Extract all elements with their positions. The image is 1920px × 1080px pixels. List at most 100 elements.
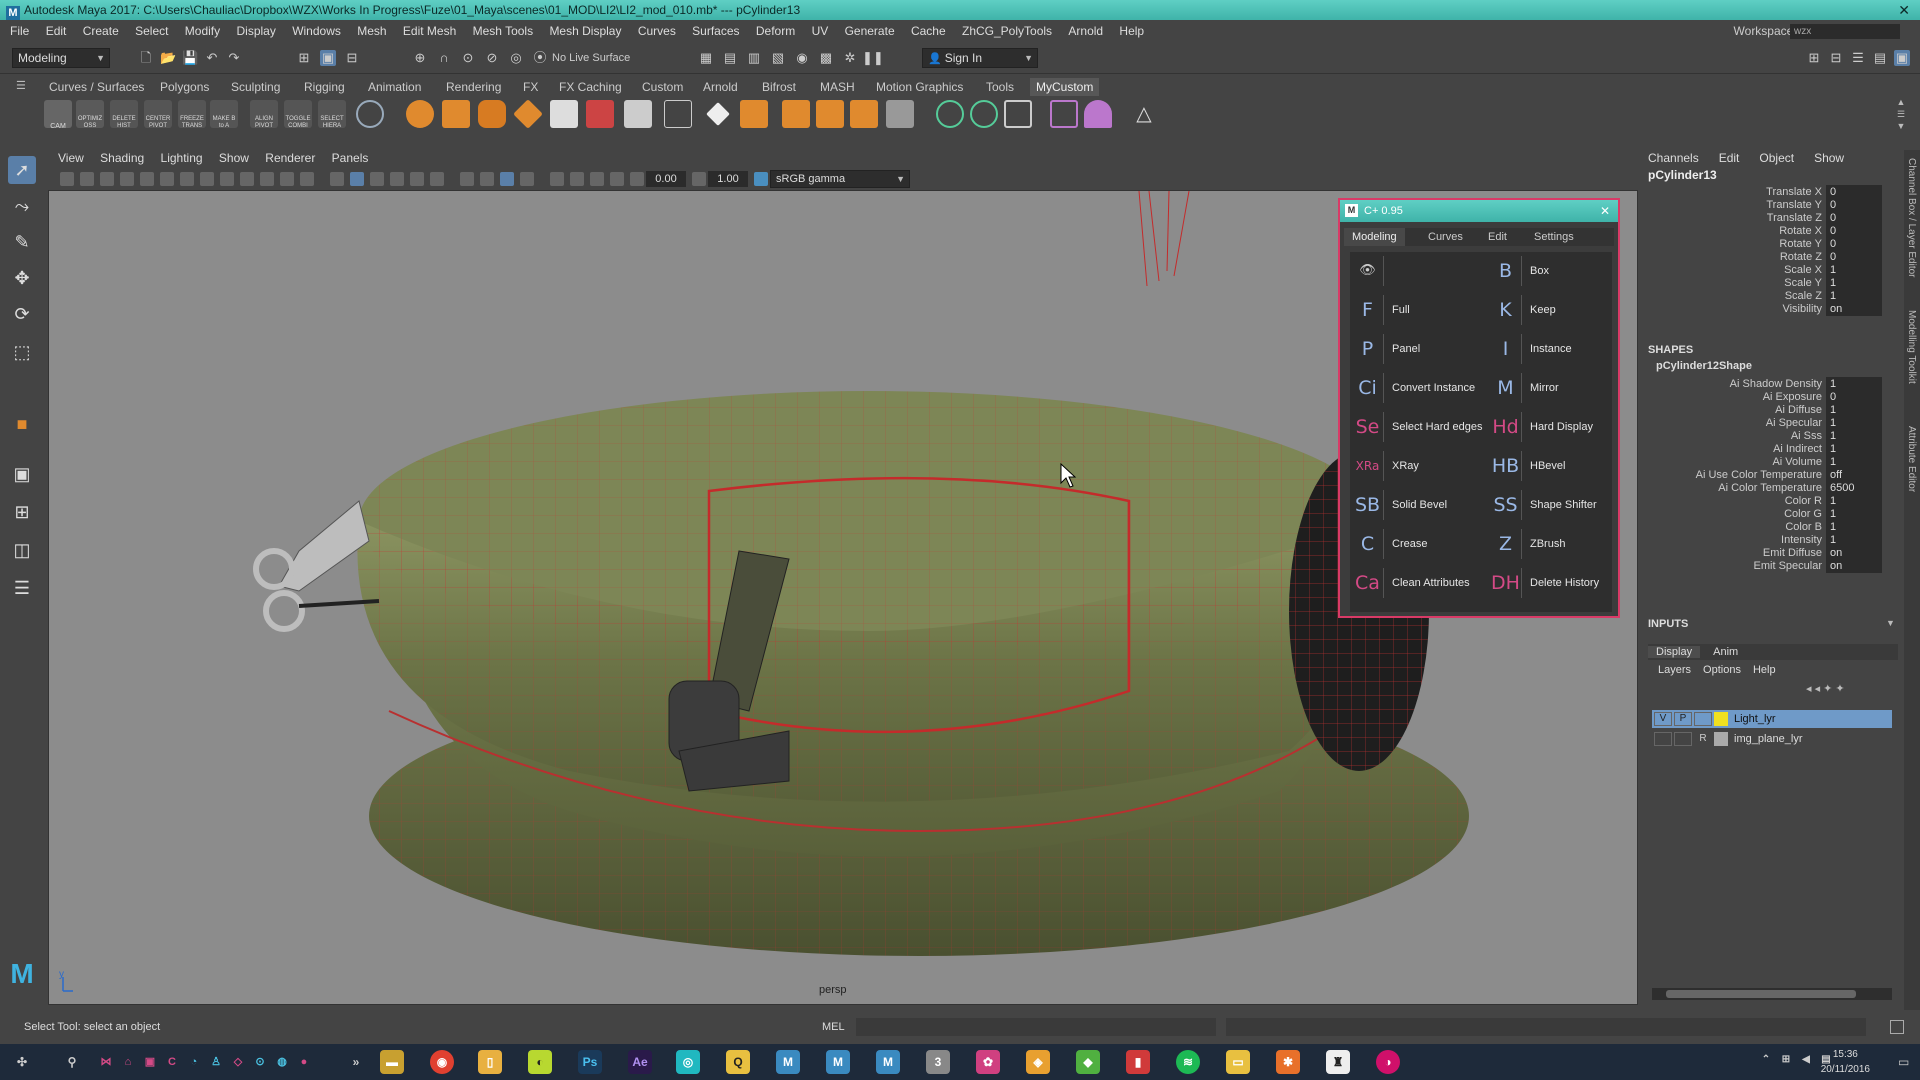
mirror-icon[interactable] bbox=[740, 100, 768, 128]
network-icon[interactable]: ⊞ bbox=[1778, 1052, 1794, 1068]
shape-shifter-button[interactable]: SS Shape Shifter bbox=[1488, 488, 1618, 522]
layer-row-light-lyr[interactable]: V P Light_lyr bbox=[1652, 710, 1892, 728]
live-surface-label[interactable]: No Live Surface bbox=[552, 50, 630, 66]
select-component-icon[interactable]: ⊟ bbox=[344, 50, 360, 66]
crease-button[interactable]: C Crease bbox=[1350, 527, 1480, 561]
tray-save-icon[interactable]: ▣ bbox=[138, 1050, 162, 1074]
channel-attribute-row[interactable]: Emit Specular on bbox=[1642, 558, 1882, 574]
bevel-icon[interactable] bbox=[624, 100, 652, 128]
rotate-tool-icon[interactable]: ⟳ bbox=[8, 300, 36, 328]
menu-file[interactable]: File bbox=[10, 24, 29, 38]
xray-joints-icon[interactable] bbox=[590, 172, 604, 186]
xray-button[interactable]: XRa XRay bbox=[1350, 449, 1480, 483]
system-clock[interactable]: 15:36 20/11/2016 bbox=[1821, 1047, 1870, 1077]
layer-move-icons[interactable]: ◂ ◂ ✦ ✦ bbox=[1806, 682, 1845, 695]
menu-edit-mesh[interactable]: Edit Mesh bbox=[403, 24, 456, 38]
undo-icon[interactable]: ↶ bbox=[204, 50, 220, 66]
shelf-tab-fx[interactable]: FX bbox=[523, 78, 538, 96]
panel-button[interactable]: P Panel bbox=[1350, 332, 1480, 366]
layer-menu-help[interactable]: Help bbox=[1753, 664, 1776, 676]
taskbar-app-1-icon[interactable]: ▬ bbox=[380, 1050, 404, 1074]
snap-curve-icon[interactable]: ∩ bbox=[436, 50, 452, 66]
menu-display[interactable]: Display bbox=[236, 24, 275, 38]
layer-visibility-toggle[interactable] bbox=[1654, 732, 1672, 746]
image-plane-icon[interactable] bbox=[120, 172, 134, 186]
gamma-icon[interactable] bbox=[692, 172, 706, 186]
shelf-freeze-button[interactable]: FREEZE TRANS bbox=[178, 100, 206, 129]
menu-generate[interactable]: Generate bbox=[845, 24, 895, 38]
new-scene-icon[interactable]: 🗋 bbox=[138, 50, 154, 66]
tab-edit[interactable]: Edit bbox=[1488, 228, 1507, 246]
channel-attribute-row[interactable]: Visibility on bbox=[1642, 301, 1882, 317]
maya-taskbar-icon-1[interactable]: M bbox=[776, 1050, 800, 1074]
ipr-render-icon[interactable]: ▥ bbox=[746, 50, 762, 66]
after-effects-icon[interactable]: Ae bbox=[628, 1050, 652, 1074]
shelf-toggle-combi-button[interactable]: TOGGLE COMBI bbox=[284, 100, 312, 129]
use-all-lights-icon[interactable] bbox=[430, 172, 444, 186]
layer-row-img-plane-lyr[interactable]: R img_plane_lyr bbox=[1652, 730, 1892, 748]
snap-align-icon[interactable] bbox=[970, 100, 998, 128]
circle-tool-icon[interactable] bbox=[356, 100, 384, 128]
instance-button[interactable]: I Instance bbox=[1488, 332, 1618, 366]
tab-display[interactable]: Display bbox=[1648, 646, 1701, 658]
snap-view-icon[interactable]: ⊘ bbox=[484, 50, 500, 66]
layer-color-swatch[interactable] bbox=[1714, 732, 1728, 746]
tray-diamond-icon[interactable]: ◇ bbox=[226, 1050, 250, 1074]
two-d-pan-icon[interactable] bbox=[140, 172, 154, 186]
layer-menu-options[interactable]: Options bbox=[1703, 664, 1741, 676]
viewport-menu-lighting[interactable]: Lighting bbox=[161, 151, 203, 165]
menu-edit[interactable]: Edit bbox=[46, 24, 67, 38]
shelf-tab-mycustom[interactable]: MyCustom bbox=[1030, 78, 1100, 96]
shelf-tab-curves-surfaces[interactable]: Curves / Surfaces bbox=[49, 78, 144, 96]
menu-zhcg-polytools[interactable]: ZhCG_PolyTools bbox=[962, 24, 1052, 38]
screen-space-ao-icon[interactable] bbox=[480, 172, 494, 186]
shelf-tab-mash[interactable]: MASH bbox=[820, 78, 855, 96]
shelf-delete-history-button[interactable]: DELETE HIST bbox=[110, 100, 138, 129]
smooth-shade-icon[interactable] bbox=[350, 172, 364, 186]
maya-taskbar-icon-3[interactable]: M bbox=[876, 1050, 900, 1074]
tray-magnify-icon[interactable]: ⊙ bbox=[248, 1050, 272, 1074]
tab-settings[interactable]: Settings bbox=[1534, 228, 1574, 246]
script-editor-icon[interactable] bbox=[1890, 1020, 1904, 1034]
taskbar-app-8-icon[interactable]: Q bbox=[726, 1050, 750, 1074]
menu-curves[interactable]: Curves bbox=[638, 24, 676, 38]
shelf-tab-sculpting[interactable]: Sculpting bbox=[231, 78, 280, 96]
full-button[interactable]: F Full bbox=[1350, 293, 1480, 327]
move-tool-icon[interactable]: ✥ bbox=[8, 264, 36, 292]
side-tab-modelling-toolkit[interactable]: Modelling Toolkit bbox=[1906, 310, 1917, 384]
tray-record-icon[interactable]: ● bbox=[292, 1050, 316, 1074]
lasso-tool-icon[interactable]: ⤳ bbox=[8, 192, 36, 220]
viewport-menu-renderer[interactable]: Renderer bbox=[265, 151, 315, 165]
shelf-tab-tools[interactable]: Tools bbox=[986, 78, 1014, 96]
render-view-icon[interactable]: ▦ bbox=[698, 50, 714, 66]
select-hard-edges-button[interactable]: Se Select Hard edges bbox=[1350, 410, 1483, 444]
open-scene-icon[interactable]: 📂 bbox=[160, 50, 176, 66]
shadows-icon[interactable] bbox=[460, 172, 474, 186]
action-center-icon[interactable]: ▭ bbox=[1898, 1054, 1914, 1070]
color-management-icon[interactable] bbox=[754, 172, 768, 186]
single-view-layout-icon[interactable]: ▣ bbox=[8, 460, 36, 488]
two-view-layout-icon[interactable]: ◫ bbox=[8, 536, 36, 564]
taskbar-app-21-icon[interactable]: ◑ bbox=[1376, 1050, 1400, 1074]
toggle-modeling-toolkit-icon[interactable]: ⊞ bbox=[1806, 50, 1822, 66]
mirror-button[interactable]: M Mirror bbox=[1488, 371, 1618, 405]
keep-button[interactable]: K Keep bbox=[1488, 293, 1618, 327]
anti-aliasing-icon[interactable] bbox=[500, 172, 514, 186]
snap-point-icon[interactable]: ⊙ bbox=[460, 50, 476, 66]
side-tab-attribute-editor[interactable]: Attribute Editor bbox=[1906, 426, 1917, 492]
shelf-tab-bifrost[interactable]: Bifrost bbox=[762, 78, 796, 96]
poly-plane-icon[interactable] bbox=[513, 99, 543, 129]
layer-playback-toggle[interactable] bbox=[1674, 732, 1692, 746]
chrome-icon[interactable]: ◉ bbox=[430, 1050, 454, 1074]
shelf-tab-motion-graphics[interactable]: Motion Graphics bbox=[876, 78, 963, 96]
layer-menu-layers[interactable]: Layers bbox=[1658, 664, 1691, 676]
gamma-field[interactable]: 1.00 bbox=[708, 171, 748, 187]
shelf-tab-fx-caching[interactable]: FX Caching bbox=[559, 78, 622, 96]
channel-box-menu-channels[interactable]: Channels bbox=[1648, 151, 1699, 165]
gate-mask-icon[interactable] bbox=[240, 172, 254, 186]
exposure-field[interactable]: 0.00 bbox=[646, 171, 686, 187]
toggle-channel-box-icon[interactable]: ▤ bbox=[1872, 50, 1888, 66]
layer-display-type-toggle[interactable]: R bbox=[1694, 732, 1712, 746]
shelf-cam-button[interactable]: CAM bbox=[44, 100, 72, 130]
select-hierarchy-icon[interactable]: ⊞ bbox=[296, 50, 312, 66]
